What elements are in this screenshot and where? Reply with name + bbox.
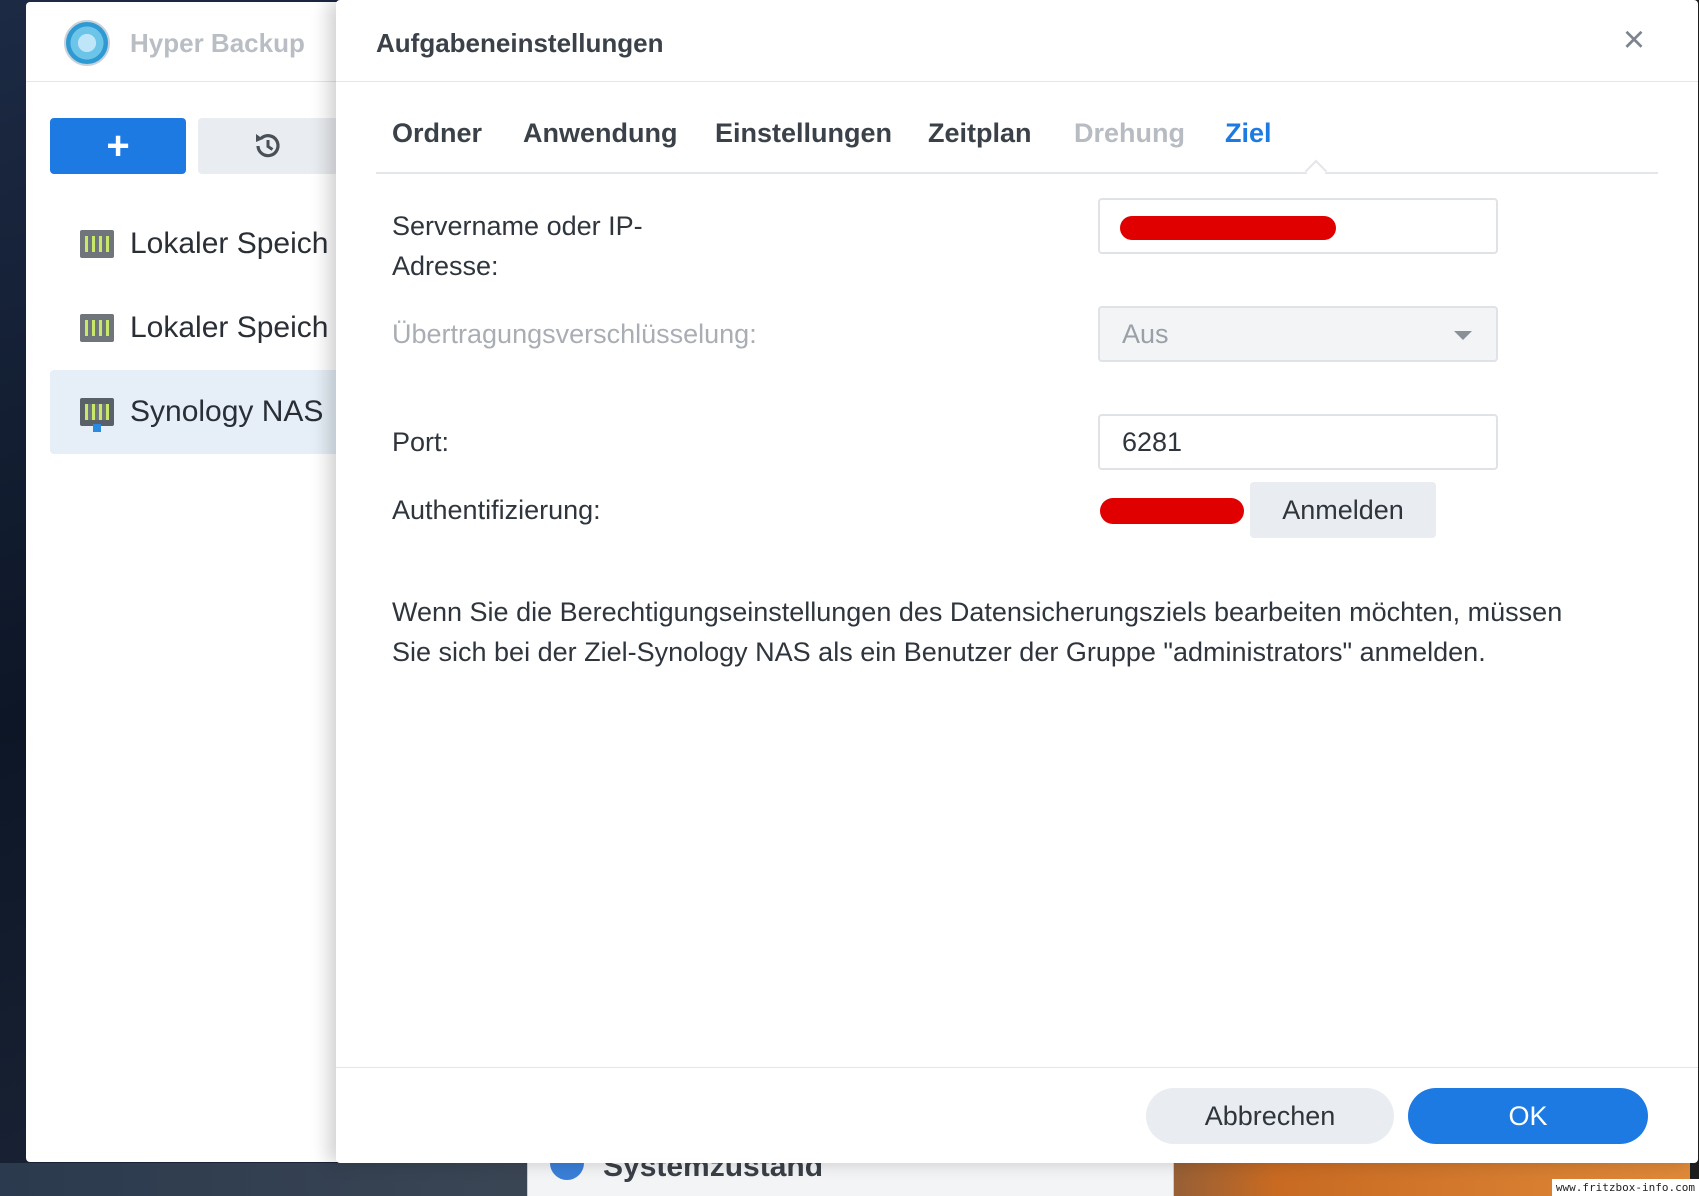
nas-server-icon [80, 398, 114, 432]
encryption-label: Übertragungsverschlüsselung: [392, 319, 757, 349]
history-button[interactable] [198, 118, 338, 174]
encryption-value: Aus [1122, 318, 1169, 349]
redaction-mark [1100, 498, 1244, 524]
dialog-tabs: Ordner Anwendung Einstellungen Zeitplan … [376, 104, 1658, 183]
local-storage-icon [80, 230, 114, 258]
local-storage-icon [80, 314, 114, 342]
port-label: Port: [392, 427, 450, 457]
tab-zeitplan[interactable]: Zeitplan [928, 118, 1032, 149]
server-input[interactable] [1098, 198, 1498, 254]
watermark: www.fritzbox-info.com [1551, 1179, 1699, 1196]
hyper-backup-logo-icon [64, 20, 110, 66]
task-label: Lokaler Speich [130, 227, 329, 260]
login-button[interactable]: Anmelden [1250, 482, 1436, 538]
encryption-select: Aus [1098, 306, 1498, 362]
port-value: 6281 [1122, 426, 1183, 457]
close-icon[interactable]: × [1616, 21, 1652, 59]
dialog-header: Aufgabeneinstellungen × [336, 0, 1698, 82]
tab-anwendung[interactable]: Anwendung [523, 118, 677, 149]
auth-row: Authentifizierung: [392, 490, 742, 530]
port-row: Port: [392, 422, 742, 462]
tab-ziel[interactable]: Ziel [1225, 118, 1272, 149]
active-tab-indicator [1304, 159, 1328, 183]
tab-ordner[interactable]: Ordner [392, 118, 482, 149]
server-row: Servername oder IP-Adresse: [392, 206, 742, 286]
task-label: Synology NAS [130, 395, 324, 428]
dialog-footer: Abbrechen OK [336, 1067, 1698, 1163]
task-label: Lokaler Speich [130, 311, 329, 344]
history-icon [256, 134, 280, 158]
dialog-title: Aufgabeneinstellungen [376, 28, 664, 58]
ok-button[interactable]: OK [1408, 1088, 1648, 1144]
info-text: Wenn Sie die Berechtigungseinstellungen … [392, 597, 1563, 667]
tab-drehung: Drehung [1074, 118, 1185, 148]
app-title: Hyper Backup [130, 28, 305, 58]
encryption-row: Übertragungsverschlüsselung: [392, 314, 757, 354]
port-input[interactable]: 6281 [1098, 414, 1498, 470]
task-settings-dialog: Aufgabeneinstellungen × Ordner Anwendung… [336, 0, 1698, 1163]
server-label: Servername oder IP-Adresse: [392, 211, 643, 281]
tab-einstellungen[interactable]: Einstellungen [715, 118, 892, 149]
dropdown-arrow-icon [1454, 331, 1472, 340]
add-task-button[interactable]: + [50, 118, 186, 174]
auth-label: Authentifizierung: [392, 495, 601, 525]
redaction-mark [1120, 216, 1336, 240]
cancel-button[interactable]: Abbrechen [1146, 1088, 1394, 1144]
